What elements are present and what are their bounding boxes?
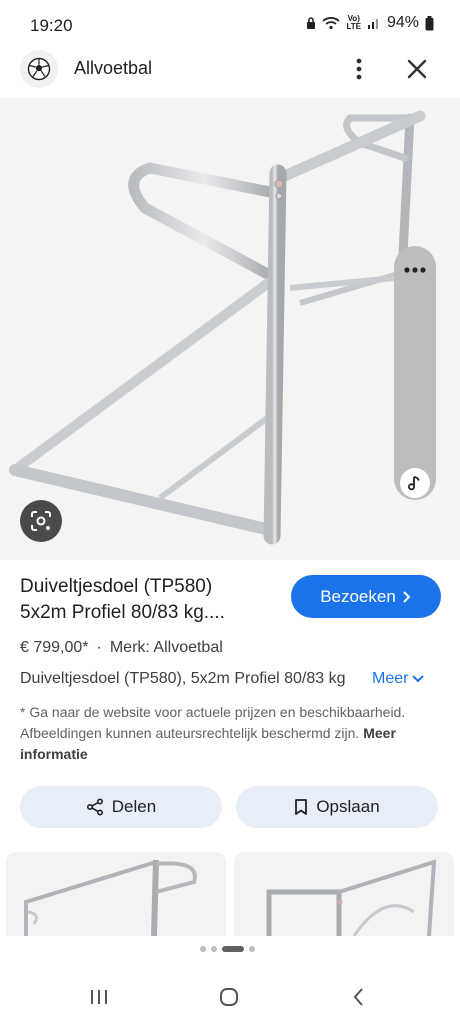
- share-label: Delen: [111, 797, 157, 816]
- status-time: 19:20: [30, 16, 73, 35]
- related-image[interactable]: [234, 852, 454, 936]
- save-button[interactable]: Opslaan: [236, 786, 438, 828]
- disclaimer-text: * Ga naar de website voor actuele prijze…: [20, 704, 406, 741]
- viewer-header: Allvoetbal: [0, 40, 460, 98]
- soccer-ball-icon[interactable]: [20, 50, 58, 88]
- more-label: Meer: [372, 670, 409, 687]
- carousel-indicator: [200, 946, 255, 952]
- goal-illustration: [9, 110, 426, 545]
- home-icon[interactable]: [218, 986, 240, 1008]
- signal-icon: [367, 19, 378, 29]
- price: € 799,00*: [20, 639, 89, 656]
- save-label: Opslaan: [316, 797, 380, 816]
- separator: ·: [96, 639, 102, 656]
- battery-icon: [425, 15, 434, 30]
- lock-icon: [307, 17, 316, 29]
- brand: Merk: Allvoetbal: [109, 639, 223, 656]
- related-image[interactable]: [6, 852, 226, 936]
- product-description: Duiveltjesdoel (TP580), 5x2m Profiel 80/…: [20, 670, 346, 687]
- status-bar: 19:20 Vo) LTE 94%: [0, 0, 460, 40]
- pager-dot-active: [222, 946, 244, 952]
- wifi-icon: [322, 17, 341, 30]
- volte-indicator: Vo) LTE: [346, 14, 361, 31]
- bookmark-icon: [295, 799, 308, 815]
- battery-percent: 94%: [386, 14, 419, 31]
- product-image[interactable]: [0, 98, 460, 560]
- lens-icon[interactable]: [20, 500, 62, 542]
- more-horiz-icon[interactable]: [403, 266, 427, 274]
- product-title[interactable]: Duiveltjesdoel (TP580) 5x2m Profiel 80/8…: [20, 574, 282, 626]
- product-title-line2: 5x2m Profiel 80/83 kg....: [20, 602, 225, 623]
- share-icon: [86, 798, 103, 816]
- status-icons: Vo) LTE 94%: [306, 14, 434, 32]
- pager-dot: [211, 946, 217, 952]
- visit-button[interactable]: Bezoeken: [291, 575, 441, 618]
- price-row: € 799,00* · Merk: Allvoetbal: [20, 639, 223, 657]
- share-button[interactable]: Delen: [20, 786, 222, 828]
- system-nav-bar: [0, 972, 460, 1024]
- back-icon[interactable]: [348, 986, 370, 1008]
- music-note-icon[interactable]: [400, 468, 430, 498]
- pager-dot: [249, 946, 255, 952]
- recent-apps-icon[interactable]: [88, 986, 110, 1008]
- pager-dot: [200, 946, 206, 952]
- more-vert-icon[interactable]: [344, 54, 374, 84]
- visit-label: Bezoeken: [320, 586, 396, 606]
- chevron-down-icon: [412, 675, 425, 683]
- side-panel[interactable]: [394, 246, 436, 500]
- chevron-right-icon: [403, 590, 411, 603]
- close-icon[interactable]: [402, 54, 432, 84]
- site-name[interactable]: Allvoetbal: [74, 58, 152, 79]
- more-button[interactable]: Meer: [372, 670, 425, 688]
- disclaimer: * Ga naar de website voor actuele prijze…: [20, 702, 444, 765]
- product-title-line1: Duiveltjesdoel (TP580): [20, 576, 213, 597]
